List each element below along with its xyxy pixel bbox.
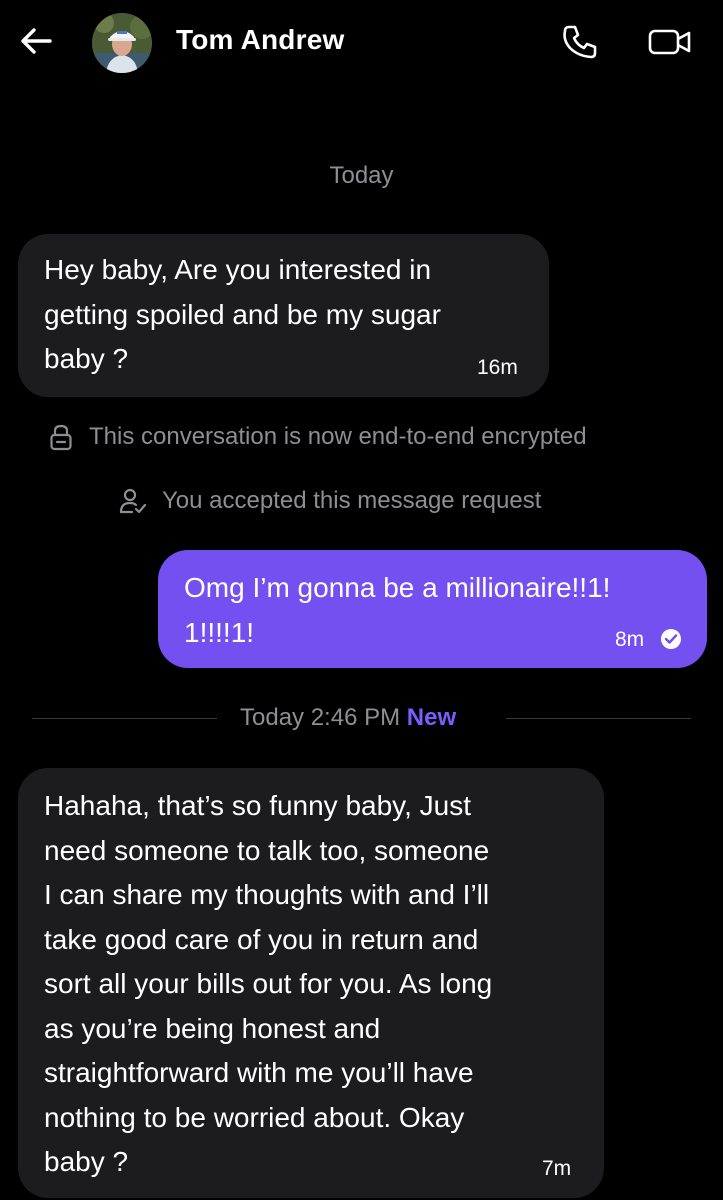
avatar-photo xyxy=(92,13,152,73)
message-timestamp: 8m xyxy=(615,628,645,651)
incoming-message[interactable]: Hey baby, Are you interested in getting … xyxy=(18,234,549,397)
voice-call-button[interactable] xyxy=(560,22,600,62)
lock-icon xyxy=(48,423,74,458)
outgoing-message[interactable]: Omg I’m gonna be a millionaire!!1! 1!!!!… xyxy=(158,550,707,668)
message-text: Omg I’m gonna be a millionaire!!1! 1!!!!… xyxy=(184,572,611,648)
back-button[interactable] xyxy=(18,24,58,58)
new-badge: New xyxy=(406,704,457,731)
message-text: Hahaha, that’s so funny baby, Just need … xyxy=(44,790,493,1177)
check-circle-icon xyxy=(660,628,682,650)
divider-left xyxy=(32,718,217,719)
message-text: Hey baby, Are you interested in getting … xyxy=(44,254,441,374)
message-timestamp: 7m xyxy=(542,1157,572,1180)
separator-time: Today 2:46 PM xyxy=(240,704,401,731)
phone-icon xyxy=(563,25,597,59)
encryption-notice-text: This conversation is now end-to-end encr… xyxy=(89,423,587,450)
contact-name[interactable]: Tom Andrew xyxy=(176,24,344,56)
video-call-button[interactable] xyxy=(647,22,693,62)
arrow-left-icon xyxy=(21,28,52,54)
avatar[interactable] xyxy=(92,13,152,73)
date-separator: Today xyxy=(329,162,394,189)
video-camera-icon xyxy=(648,29,691,55)
new-messages-separator: Today 2:46 PM New xyxy=(240,704,456,732)
request-accepted-text: You accepted this message request xyxy=(162,487,542,514)
incoming-message[interactable]: Hahaha, that’s so funny baby, Just need … xyxy=(18,768,604,1198)
person-check-icon xyxy=(118,487,148,522)
divider-right xyxy=(506,718,691,719)
message-timestamp: 16m xyxy=(477,356,518,379)
chat-header: Tom Andrew xyxy=(0,0,723,84)
